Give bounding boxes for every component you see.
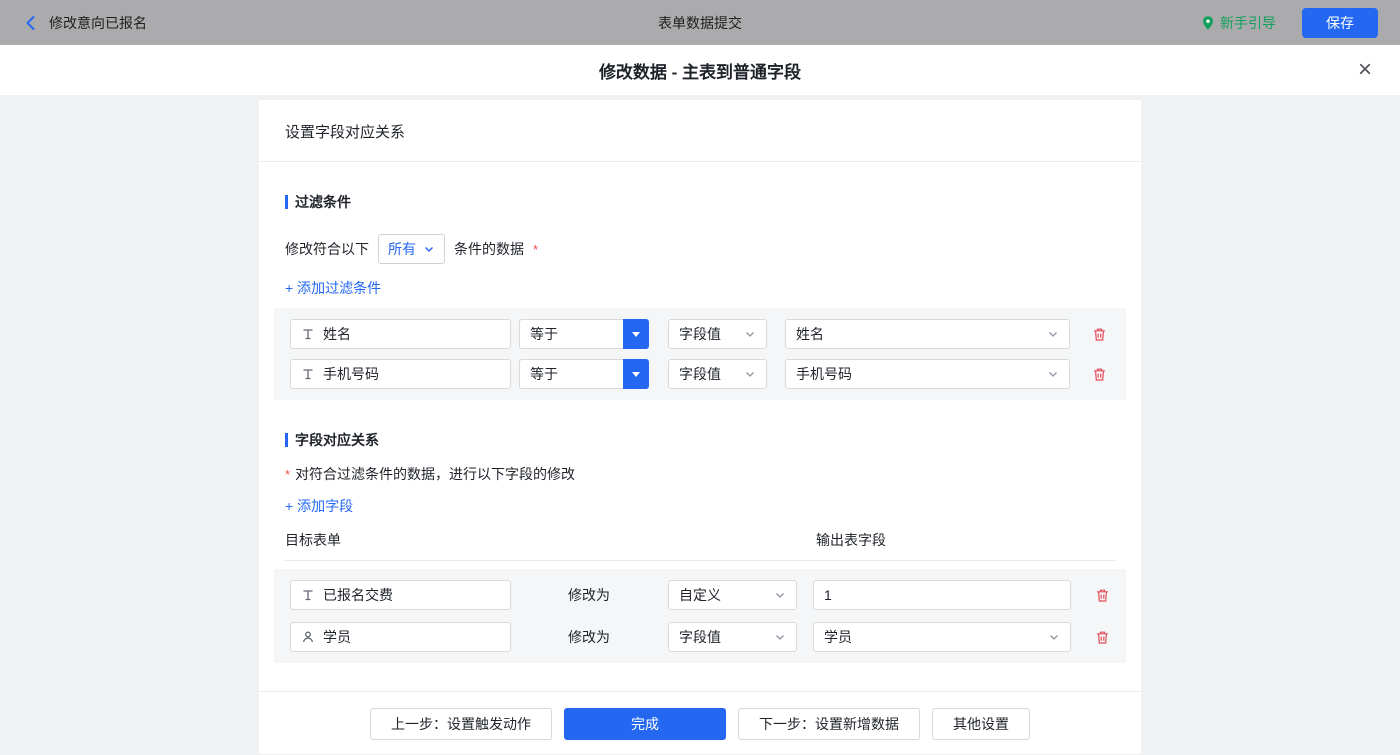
beginner-guide-link[interactable]: 新手引导 (1201, 13, 1276, 33)
filter-condition-line: 修改符合以下 所有 条件的数据 * (285, 234, 1115, 264)
filter-row: 姓名 等于 字段值 姓名 (290, 319, 1110, 349)
mapping-value-type-select[interactable]: 自定义 (668, 580, 797, 610)
chevron-down-icon (423, 243, 435, 255)
settings-card: 设置字段对应关系 过滤条件 修改符合以下 所有 条件的数据 * + 添加过滤条件 (259, 100, 1141, 754)
back-label[interactable]: 修改意向已报名 (49, 13, 147, 33)
modify-to-label: 修改为 (568, 627, 610, 647)
text-field-icon (301, 327, 315, 341)
chevron-down-icon (744, 368, 756, 380)
add-field-link[interactable]: + 添加字段 (285, 496, 353, 516)
chevron-down-icon (1047, 368, 1059, 380)
delete-row-icon[interactable] (1092, 327, 1107, 342)
filter-field-input[interactable]: 手机号码 (290, 359, 511, 389)
filter-value-select[interactable]: 姓名 (785, 319, 1070, 349)
chevron-down-icon (774, 631, 786, 643)
next-step-button[interactable]: 下一步：设置新增数据 (738, 708, 920, 740)
match-mode-select[interactable]: 所有 (378, 234, 445, 264)
operator-dropdown-toggle[interactable] (623, 359, 649, 389)
filter-operator-select[interactable]: 等于 (519, 319, 649, 349)
section-accent-bar (285, 195, 288, 209)
mapping-section-title: 字段对应关系 (285, 400, 1115, 450)
mapping-description: * 对符合过滤条件的数据，进行以下字段的修改 (285, 464, 1115, 484)
dialog-title: 修改数据 - 主表到普通字段 (599, 58, 801, 83)
beginner-guide-label[interactable]: 新手引导 (1220, 13, 1276, 33)
operator-dropdown-toggle[interactable] (623, 319, 649, 349)
filter-suffix-label: 条件的数据 (454, 239, 524, 259)
prev-step-button[interactable]: 上一步：设置触发动作 (370, 708, 552, 740)
filter-value-type-select[interactable]: 字段值 (668, 319, 767, 349)
column-target-form: 目标表单 (285, 530, 816, 550)
delete-row-icon[interactable] (1095, 588, 1110, 603)
mapping-rows-container: 已报名交费 修改为 自定义 1 (274, 569, 1126, 663)
chevron-down-icon (744, 328, 756, 340)
filter-section-title: 过滤条件 (285, 162, 1115, 212)
text-field-icon (301, 367, 315, 381)
mapping-row: 学员 修改为 字段值 学员 (290, 622, 1110, 652)
column-output-field: 输出表字段 (816, 530, 886, 550)
chevron-down-icon (1047, 328, 1059, 340)
filter-rows-container: 姓名 等于 字段值 姓名 (274, 308, 1126, 400)
card-footer: 上一步：设置触发动作 完成 下一步：设置新增数据 其他设置 (259, 691, 1141, 754)
filter-field-input[interactable]: 姓名 (290, 319, 511, 349)
filter-prefix-label: 修改符合以下 (285, 239, 369, 259)
topbar: 修改意向已报名 表单数据提交 新手引导 保存 (0, 0, 1400, 45)
close-icon[interactable]: × (1358, 58, 1372, 82)
modify-to-label: 修改为 (568, 585, 610, 605)
chevron-down-icon (774, 589, 786, 601)
mapping-value-input[interactable]: 1 (813, 580, 1071, 610)
card-header-title: 设置字段对应关系 (259, 100, 1141, 162)
text-field-icon (301, 588, 315, 602)
mapping-row: 已报名交费 修改为 自定义 1 (290, 580, 1110, 610)
back-button[interactable]: 修改意向已报名 (22, 13, 147, 33)
delete-row-icon[interactable] (1092, 367, 1107, 382)
location-pin-icon (1201, 15, 1215, 31)
mapping-field-input[interactable]: 学员 (290, 622, 511, 652)
mapping-value-type-select[interactable]: 字段值 (668, 622, 797, 652)
filter-operator-select[interactable]: 等于 (519, 359, 649, 389)
add-filter-condition-link[interactable]: + 添加过滤条件 (285, 278, 381, 298)
dialog-header: 修改数据 - 主表到普通字段 × (0, 45, 1400, 95)
filter-value-select[interactable]: 手机号码 (785, 359, 1070, 389)
chevron-down-icon (1048, 631, 1060, 643)
save-button[interactable]: 保存 (1302, 8, 1378, 38)
back-chevron-icon[interactable] (22, 14, 40, 32)
section-accent-bar (285, 433, 288, 447)
caret-down-icon (632, 372, 640, 377)
caret-down-icon (632, 332, 640, 337)
mapping-value-select[interactable]: 学员 (813, 622, 1071, 652)
main-content: 设置字段对应关系 过滤条件 修改符合以下 所有 条件的数据 * + 添加过滤条件 (0, 95, 1400, 755)
mapping-field-input[interactable]: 已报名交费 (290, 580, 511, 610)
page-title: 表单数据提交 (658, 13, 742, 33)
other-settings-button[interactable]: 其他设置 (932, 708, 1030, 740)
mapping-column-headers: 目标表单 输出表字段 (285, 530, 1115, 561)
person-icon (301, 630, 315, 644)
filter-row: 手机号码 等于 字段值 手机号码 (290, 359, 1110, 389)
filter-value-type-select[interactable]: 字段值 (668, 359, 767, 389)
done-button[interactable]: 完成 (564, 708, 726, 740)
delete-row-icon[interactable] (1095, 630, 1110, 645)
required-mark: * (285, 467, 290, 482)
required-mark: * (533, 242, 538, 257)
